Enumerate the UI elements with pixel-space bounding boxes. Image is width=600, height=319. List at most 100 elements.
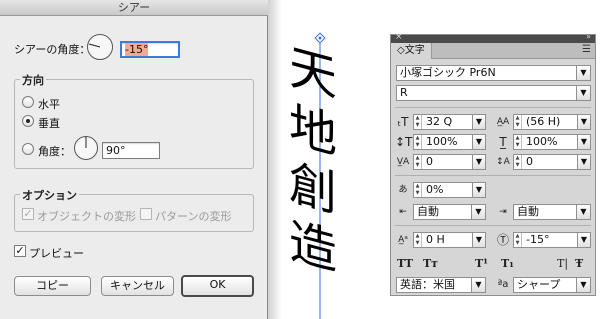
options-group-title: オプション: [20, 187, 79, 203]
all-caps-button[interactable]: TT: [397, 257, 413, 270]
vertical-scale-field[interactable]: ▲ ▼ 100% ▼: [413, 134, 486, 150]
tracking-value: 0: [526, 155, 533, 168]
language-value: 英語：米国: [400, 278, 455, 291]
axis-angle-input[interactable]: 90°: [102, 142, 160, 159]
small-caps-button[interactable]: Tᴛ: [423, 257, 438, 270]
vertical-text-object[interactable]: 天 地 創 造: [275, 35, 370, 315]
stepper-icon[interactable]: ▲ ▼: [414, 135, 422, 149]
baseline-shift-value: 0 H: [426, 233, 445, 246]
stepper-icon[interactable]: ▲ ▼: [414, 183, 422, 197]
divider: [395, 107, 591, 108]
axis-horizontal-radio[interactable]: [22, 96, 34, 108]
font-size-field[interactable]: ▲ ▼ 32 Q ▼: [413, 114, 486, 130]
shear-angle-value: -15°: [125, 43, 149, 56]
aki-after-icon: ⇥: [499, 207, 507, 217]
transform-patterns-label: パターンの変形: [155, 210, 232, 223]
tsume-value: 0%: [426, 183, 444, 196]
axis-angle-dial[interactable]: [73, 135, 99, 161]
shear-angle-dial[interactable]: [86, 33, 114, 61]
font-family-select[interactable]: 小塚ゴシック Pr6N ▼: [396, 65, 591, 81]
tracking-icon: ↕A: [496, 157, 510, 167]
kerning-icon: V̲A: [396, 157, 410, 167]
chevron-down-icon[interactable]: ▼: [577, 233, 590, 247]
chevron-down-icon[interactable]: ▼: [472, 183, 485, 197]
character-rotation-icon: Ⓣ: [496, 233, 509, 247]
chevron-down-icon[interactable]: ▼: [577, 135, 590, 149]
language-select[interactable]: 英語：米国 ▼: [396, 277, 486, 293]
stepper-icon[interactable]: ▲ ▼: [514, 135, 522, 149]
chevron-down-icon[interactable]: ▼: [472, 233, 485, 247]
preview-checkbox[interactable]: ✓: [14, 245, 26, 257]
leading-field[interactable]: ▲ ▼ (56 H) ▼: [513, 114, 591, 130]
baseline-shift-field[interactable]: ▲ ▼ 0 H ▼: [413, 232, 486, 248]
character-panel: × » ◇文字 ☰ 小塚ゴシック Pr6N ▼ R ▼ ₜT ▲ ▼ 32 Q ▼…: [390, 32, 596, 296]
axis-angle-radio[interactable]: [22, 143, 34, 155]
underline-button[interactable]: T|: [557, 257, 568, 270]
close-icon[interactable]: ×: [395, 32, 403, 42]
axis-vertical-radio[interactable]: [22, 115, 34, 127]
transform-objects-label: オブジェクトの変形: [37, 210, 136, 223]
horizontal-scale-field[interactable]: ▲ ▼ 100% ▼: [513, 134, 591, 150]
preview-label: プレビュー: [29, 247, 84, 260]
stepper-icon[interactable]: ▲ ▼: [514, 155, 522, 169]
axis-group-title: 方向: [20, 72, 46, 88]
font-size-value: 32 Q: [426, 115, 453, 128]
chevron-down-icon[interactable]: ▼: [472, 155, 485, 169]
chevron-down-icon[interactable]: ▼: [577, 115, 590, 129]
font-style-select[interactable]: R ▼: [396, 85, 591, 101]
stepper-icon[interactable]: ▲ ▼: [414, 115, 422, 129]
character-rotation-value: -15°: [526, 233, 550, 246]
leading-value: (56 H): [526, 115, 561, 128]
chevron-down-icon: ▼: [576, 205, 590, 219]
transform-patterns-checkbox[interactable]: [140, 208, 152, 220]
axis-horizontal-label: 水平: [38, 98, 60, 111]
chevron-down-icon[interactable]: ▼: [577, 155, 590, 169]
collapse-icon[interactable]: »: [586, 32, 591, 41]
axis-angle-label: 角度：: [38, 145, 71, 158]
tracking-field[interactable]: ▲ ▼ 0 ▼: [513, 154, 591, 170]
panel-header-bar[interactable]: × »: [391, 32, 595, 43]
kerning-field[interactable]: ▲ ▼ 0 ▼: [413, 154, 486, 170]
vertical-scale-value: 100%: [426, 135, 458, 148]
horizontal-scale-icon: T̲: [499, 135, 507, 149]
baseline-shift-icon: A̲ᵃ: [398, 235, 408, 245]
shear-angle-label: シアーの角度：: [14, 43, 91, 56]
strikethrough-button[interactable]: Ŧ: [575, 257, 583, 270]
font-size-icon: ₜT: [397, 115, 409, 129]
aki-after-value: 自動: [517, 205, 539, 218]
divider: [395, 225, 591, 226]
tab-character[interactable]: ◇文字: [391, 43, 432, 59]
antialias-icon: ªa: [497, 279, 509, 290]
stepper-icon[interactable]: ▲ ▼: [414, 233, 422, 247]
copy-button[interactable]: コピー: [14, 276, 91, 296]
chevron-down-icon[interactable]: ▼: [472, 135, 485, 149]
divider: [395, 175, 591, 176]
aki-before-value: 自動: [417, 205, 439, 218]
chevron-down-icon: ▼: [471, 205, 485, 219]
shear-dialog: シアー シアーの角度： -15° 方向 水平 垂直 角度： 90° オプション …: [0, 0, 268, 319]
character-rotation-field[interactable]: ▲ ▼ -15° ▼: [513, 232, 591, 248]
aki-before-select[interactable]: 自動 ▼: [413, 204, 486, 220]
cancel-button[interactable]: キャンセル: [101, 276, 174, 296]
superscript-button[interactable]: T¹: [475, 257, 488, 270]
tsume-field[interactable]: ▲ ▼ 0% ▼: [413, 182, 486, 198]
horizontal-scale-value: 100%: [526, 135, 558, 148]
shear-angle-input[interactable]: -15°: [120, 41, 180, 58]
axis-vertical-label: 垂直: [38, 117, 60, 130]
panel-tab-row: ◇文字 ☰: [391, 43, 595, 59]
leading-icon: A̲A: [496, 117, 510, 127]
vertical-scale-icon: ↕T: [395, 135, 413, 149]
text-char: 造: [289, 212, 338, 282]
tsume-icon: あ: [398, 185, 408, 195]
panel-menu-icon[interactable]: ☰: [582, 44, 591, 55]
chevron-down-icon[interactable]: ▼: [472, 115, 485, 129]
ok-button[interactable]: OK: [181, 275, 254, 297]
transform-objects-checkbox[interactable]: ✓: [22, 208, 34, 220]
antialias-select[interactable]: シャープ ▼: [513, 277, 591, 293]
subscript-button[interactable]: T₁: [501, 257, 514, 270]
stepper-icon[interactable]: ▲ ▼: [514, 115, 522, 129]
stepper-icon[interactable]: ▲ ▼: [414, 155, 422, 169]
chevron-down-icon: ▼: [576, 86, 590, 100]
stepper-icon[interactable]: ▲ ▼: [514, 233, 522, 247]
aki-after-select[interactable]: 自動 ▼: [513, 204, 591, 220]
